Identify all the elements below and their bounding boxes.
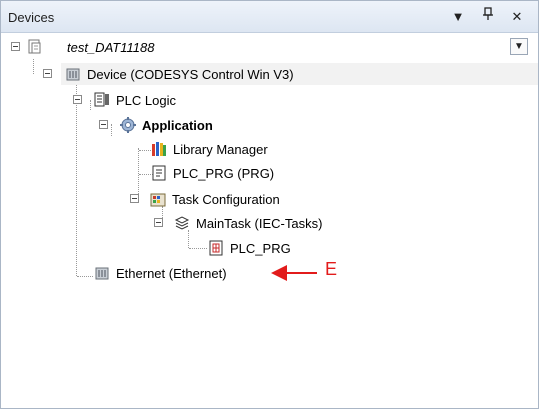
panel-menu-button[interactable]: ▼ bbox=[448, 7, 468, 27]
task-configuration-label: Task Configuration bbox=[172, 191, 280, 207]
panel-title: Devices bbox=[8, 10, 55, 25]
plc-prg-label: PLC_PRG (PRG) bbox=[173, 165, 275, 181]
program-call-icon bbox=[208, 240, 224, 256]
library-manager-label: Library Manager bbox=[173, 141, 268, 157]
program-icon bbox=[151, 165, 167, 181]
annotation-arrow-icon bbox=[271, 265, 317, 281]
tree-line bbox=[33, 56, 34, 74]
application-gear-icon bbox=[120, 117, 136, 133]
tree-item-project[interactable]: test_DAT11188 ▼ bbox=[1, 36, 538, 58]
tree-item-task-plc-prg[interactable]: PLC_PRG bbox=[208, 237, 291, 259]
ethernet-label: Ethernet (Ethernet) bbox=[116, 265, 227, 281]
device-icon bbox=[65, 66, 81, 82]
collapse-toggle[interactable] bbox=[43, 69, 52, 78]
main-task-label: MainTask (IEC-Tasks) bbox=[196, 215, 323, 231]
plc-logic-label: PLC Logic bbox=[116, 92, 176, 108]
annotation-label: E bbox=[325, 259, 338, 279]
application-label: Application bbox=[142, 117, 213, 133]
device-tree: test_DAT11188 ▼ Device (CODESYS Control … bbox=[1, 34, 538, 408]
collapse-toggle[interactable] bbox=[99, 120, 108, 129]
tree-item-application[interactable]: Application bbox=[99, 114, 213, 136]
ethernet-device-icon bbox=[94, 265, 110, 281]
device-label: Device (CODESYS Control Win V3) bbox=[87, 66, 294, 82]
task-configuration-icon bbox=[150, 191, 166, 207]
tree-item-ethernet[interactable]: Ethernet (Ethernet) bbox=[94, 262, 227, 284]
collapse-toggle[interactable] bbox=[11, 42, 20, 51]
project-name: test_DAT11188 bbox=[67, 39, 155, 55]
project-icon bbox=[26, 39, 42, 58]
tree-item-plc-prg[interactable]: PLC_PRG (PRG) bbox=[151, 162, 274, 184]
task-icon bbox=[174, 215, 190, 231]
panel-titlebar: Devices ▼ ✕ bbox=[1, 1, 538, 33]
task-plc-prg-label: PLC_PRG bbox=[230, 240, 291, 256]
collapse-toggle[interactable] bbox=[130, 194, 139, 203]
collapse-toggle[interactable] bbox=[73, 95, 82, 104]
tree-item-task-configuration[interactable]: Task Configuration bbox=[130, 188, 280, 210]
tree-line bbox=[76, 76, 77, 276]
devices-panel: Devices ▼ ✕ test_DAT11188 ▼ Device (CODE… bbox=[0, 0, 539, 409]
pin-icon bbox=[483, 7, 493, 20]
tree-line bbox=[189, 248, 207, 249]
tree-item-main-task[interactable]: MainTask (IEC-Tasks) bbox=[154, 212, 323, 234]
tree-line bbox=[77, 276, 93, 277]
tree-item-device[interactable]: Device (CODESYS Control Win V3) bbox=[43, 63, 538, 85]
close-button[interactable]: ✕ bbox=[507, 7, 527, 27]
pin-button[interactable] bbox=[478, 7, 498, 27]
plc-logic-icon bbox=[94, 92, 110, 108]
library-manager-icon bbox=[151, 141, 167, 157]
tree-item-plc-logic[interactable]: PLC Logic bbox=[73, 89, 176, 111]
collapse-toggle[interactable] bbox=[154, 218, 163, 227]
project-dropdown-button[interactable]: ▼ bbox=[510, 38, 528, 55]
tree-item-library-manager[interactable]: Library Manager bbox=[151, 138, 268, 160]
